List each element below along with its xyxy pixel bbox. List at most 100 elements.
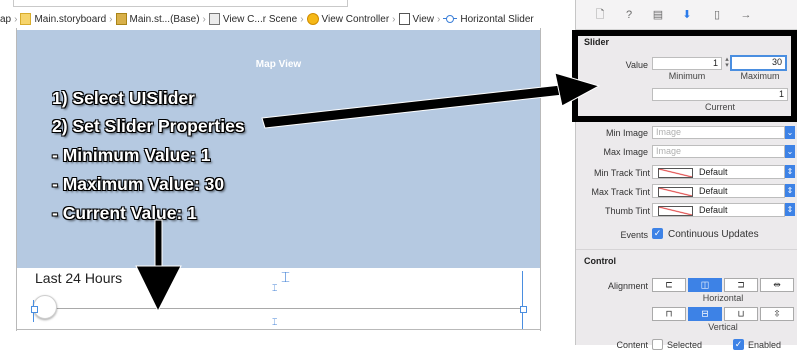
color-swatch-icon	[658, 206, 693, 216]
align-left-segment[interactable]: ⊏	[652, 278, 686, 292]
search-box-edge	[13, 0, 348, 7]
breadcrumb-label: Main.storyboard	[34, 13, 107, 25]
align-center-segment[interactable]: ◫	[688, 278, 722, 292]
horizontal-caption: Horizontal	[702, 293, 744, 303]
storyboard-base-icon	[115, 13, 127, 25]
control-section-title: Control	[584, 256, 616, 266]
max-image-label: Max Image	[603, 147, 648, 157]
breadcrumb-storyboard[interactable]: Main.storyboard	[20, 13, 106, 25]
breadcrumb-label: Horizontal Slider	[460, 13, 534, 25]
color-swatch-icon	[658, 187, 693, 197]
breadcrumb-label: View Controller	[321, 13, 390, 25]
inspector-tab-bar: 🗋 ? ▤ ⬇ ▯ →	[576, 0, 797, 30]
events-label: Events	[620, 230, 648, 240]
vertical-caption: Vertical	[708, 322, 738, 332]
resize-handle-left[interactable]	[31, 306, 38, 313]
breadcrumb-label: Main.st...(Base)	[129, 13, 200, 25]
file-inspector-icon[interactable]: 🗋	[593, 8, 607, 22]
align-middle-segment[interactable]: ⊟	[688, 307, 722, 321]
align-center-icon: ◫	[700, 279, 710, 290]
continuous-updates-label[interactable]: Continuous Updates	[668, 229, 759, 240]
align-fill-segment[interactable]: ⇹	[760, 278, 794, 292]
align-vfill-segment[interactable]: ⇳	[760, 307, 794, 321]
align-vfill-icon: ⇳	[773, 308, 781, 319]
breadcrumb-view-controller[interactable]: View Controller	[306, 13, 390, 25]
select-arrows-icon[interactable]: ⇕	[785, 203, 795, 216]
chevron-right-icon: ›	[300, 13, 304, 25]
max-track-tint-label: Max Track Tint	[591, 187, 650, 197]
size-inspector-icon[interactable]: ▯	[710, 8, 724, 22]
align-bottom-segment[interactable]: ⊔	[724, 307, 758, 321]
view-icon	[398, 13, 410, 25]
align-right-icon: ⊐	[737, 279, 745, 290]
chevron-right-icon: ›	[202, 13, 206, 25]
breadcrumb-base[interactable]: Main.st...(Base)	[115, 13, 200, 25]
selection-guide-right	[522, 271, 523, 329]
attributes-inspector-icon[interactable]: ⬇	[680, 8, 694, 22]
chevron-down-icon[interactable]: ⌄	[785, 145, 795, 158]
select-arrows-icon[interactable]: ⇕	[785, 184, 795, 197]
align-left-icon: ⊏	[665, 279, 673, 290]
annotation-highlight-box	[572, 30, 797, 122]
breadcrumb-label: View C...r Scene	[222, 13, 298, 25]
jump-bar: ap › Main.storyboard › Main.st...(Base) …	[0, 10, 575, 28]
chevron-right-icon: ›	[14, 13, 18, 25]
breadcrumb-app[interactable]: ap	[0, 14, 11, 25]
min-image-field[interactable]: Image	[652, 126, 785, 139]
selected-label[interactable]: Selected	[667, 340, 702, 350]
tint-value: Default	[699, 186, 728, 196]
resize-handle-right[interactable]	[520, 306, 527, 313]
annotation-step-4: - Maximum Value: 30	[52, 174, 225, 194]
view-controller-icon	[306, 13, 319, 25]
tint-value: Default	[699, 167, 728, 177]
breadcrumb-label: ap	[0, 13, 12, 25]
identity-inspector-icon[interactable]: ▤	[651, 8, 665, 22]
storyboard-file-icon	[20, 13, 32, 25]
annotation-step-1: 1) Select UISlider	[52, 88, 195, 108]
constraint-ibeam-icon: ⌶	[281, 268, 291, 286]
thumb-tint-label: Thumb Tint	[604, 206, 650, 216]
alignment-label: Alignment	[607, 281, 648, 291]
chevron-right-icon: ›	[437, 13, 441, 25]
top-strip	[0, 0, 575, 8]
constraint-ibeam-icon: ⌶	[272, 318, 278, 328]
scene-right-edge	[540, 28, 541, 331]
chevron-down-icon[interactable]: ⌄	[785, 126, 795, 139]
chevron-right-icon: ›	[392, 13, 396, 25]
scene-icon	[208, 13, 220, 25]
thumb-tint-select[interactable]: Default	[652, 203, 785, 217]
max-image-field[interactable]: Image	[652, 145, 785, 158]
help-inspector-icon[interactable]: ?	[622, 8, 636, 22]
breadcrumb-label: View	[412, 13, 435, 25]
content-label: Content	[616, 340, 648, 350]
annotation-step-5: - Current Value: 1	[52, 203, 197, 223]
horizontal-slider-track[interactable]	[34, 308, 522, 309]
min-track-tint-select[interactable]: Default	[652, 165, 785, 179]
chevron-right-icon: ›	[109, 13, 113, 25]
breadcrumb-view[interactable]: View	[398, 13, 435, 25]
align-fill-icon: ⇹	[773, 279, 781, 290]
annotation-step-3: - Minimum Value: 1	[52, 145, 211, 165]
min-track-tint-label: Min Track Tint	[593, 168, 650, 178]
align-top-icon: ⊓	[665, 308, 673, 319]
tint-value: Default	[699, 205, 728, 215]
annotation-step-2: 2) Set Slider Properties	[52, 116, 245, 136]
align-right-segment[interactable]: ⊐	[724, 278, 758, 292]
slider-icon	[443, 14, 458, 24]
align-middle-icon: ⊟	[701, 308, 709, 319]
max-track-tint-select[interactable]: Default	[652, 184, 785, 198]
align-top-segment[interactable]: ⊓	[652, 307, 686, 321]
section-divider	[576, 249, 797, 250]
constraint-ibeam-icon: ⌶	[272, 284, 278, 294]
align-bottom-icon: ⊔	[737, 308, 745, 319]
connections-inspector-icon[interactable]: →	[739, 8, 753, 22]
breadcrumb-horizontal-slider[interactable]: Horizontal Slider	[443, 13, 534, 25]
continuous-updates-checkbox[interactable]: ✓	[652, 228, 663, 239]
enabled-label[interactable]: Enabled	[748, 340, 781, 350]
map-view-title: Map View	[255, 59, 302, 70]
time-range-label[interactable]: Last 24 Hours	[35, 270, 122, 286]
breadcrumb-scene[interactable]: View C...r Scene	[208, 13, 298, 25]
min-image-label: Min Image	[605, 128, 648, 138]
select-arrows-icon[interactable]: ⇕	[785, 165, 795, 178]
color-swatch-icon	[658, 168, 693, 178]
